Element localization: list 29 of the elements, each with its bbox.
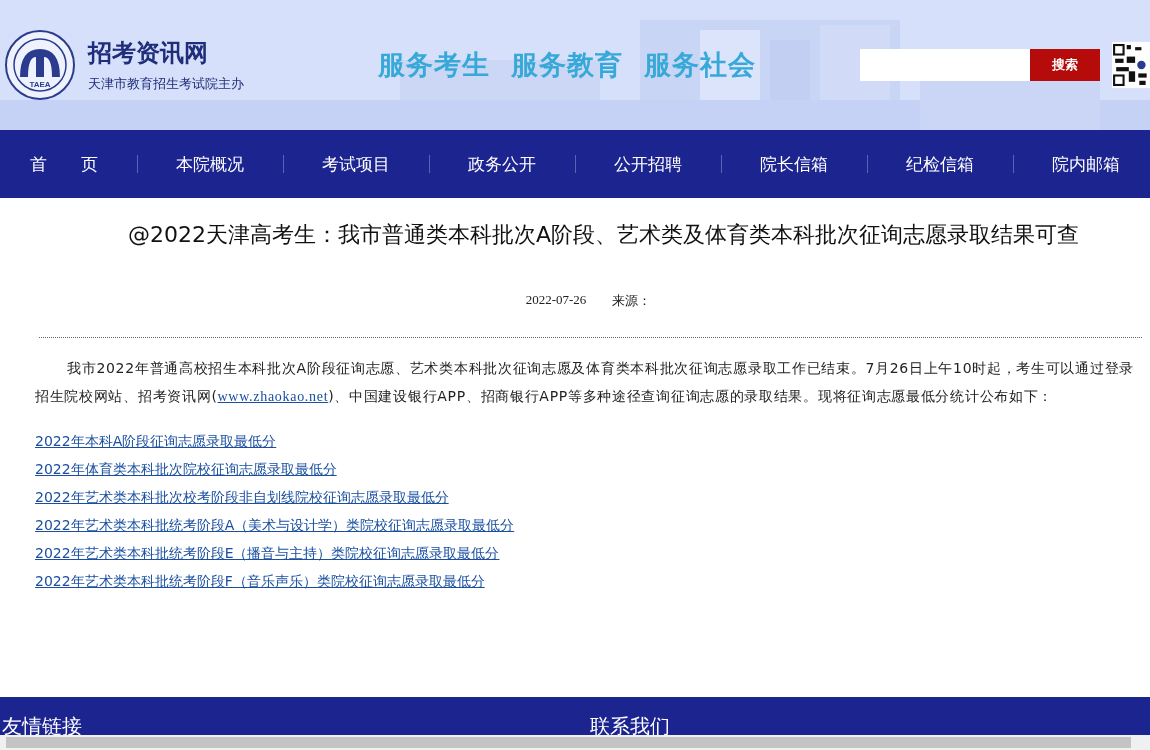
result-link[interactable]: 2022年艺术类本科批统考阶段E（播音与主持）类院校征询志愿录取最低分 bbox=[35, 539, 500, 567]
result-link[interactable]: 2022年体育类本科批次院校征询志愿录取最低分 bbox=[35, 455, 337, 483]
nav-item[interactable]: 考试项目 bbox=[322, 152, 390, 176]
nav-item[interactable]: 政务公开 bbox=[468, 152, 536, 176]
search-button[interactable]: 搜索 bbox=[1030, 49, 1101, 81]
nav-item[interactable]: 院长信箱 bbox=[760, 152, 828, 176]
footer-heading: 联系我们 bbox=[590, 713, 670, 740]
result-link[interactable]: 2022年艺术类本科批统考阶段A（美术与设计学）类院校征询志愿录取最低分 bbox=[35, 511, 515, 539]
nav-item[interactable]: 院内邮箱 bbox=[1052, 152, 1120, 176]
publish-date: 2022-07-26 bbox=[525, 292, 587, 309]
result-link[interactable]: 2022年本科A阶段征询志愿录取最低分 bbox=[35, 427, 277, 455]
article-paragraph: 我市2022年普通高校招生本科批次A阶段征询志愿、艺术类本科批次征询志愿及体育类本科批次征询志愿录取工作已结束。7月26日上午10时起，考生可以通过登录招生院校网站、招考资讯网(www.zhaokao.net)、中国建设银行APP、招商银行APP等多种途径查询征询志愿的录取结果。现将征询志愿最低分统计公布如下： bbox=[35, 359, 1135, 406]
slogan: 服务考生 服务教育 服务社会 bbox=[378, 48, 757, 82]
nav-item[interactable]: 纪检信箱 bbox=[906, 152, 974, 176]
site-link[interactable]: www.zhaokao.net bbox=[217, 389, 329, 404]
nav-item[interactable]: 公开招聘 bbox=[614, 152, 682, 176]
result-link[interactable]: 2022年艺术类本科批次校考阶段非自划线院校征询志愿录取最低分 bbox=[35, 483, 449, 511]
nav-item[interactable]: 首 页 bbox=[30, 152, 98, 176]
site-subtitle: 天津市教育招生考试院主办 bbox=[88, 75, 244, 93]
horizontal-scrollbar[interactable] bbox=[0, 735, 1150, 750]
search-field[interactable] bbox=[860, 49, 1031, 81]
site-name: 招考资讯网 bbox=[88, 38, 209, 69]
result-link[interactable]: 2022年艺术类本科批统考阶段F（音乐声乐）类院校征询志愿录取最低分 bbox=[35, 567, 485, 595]
source-label: 来源： bbox=[612, 292, 652, 310]
article-title: @2022天津高考生：我市普通类本科批次A阶段、艺术类及体育类本科批次征询志愿录取结果可查 bbox=[126, 221, 1080, 249]
footer-heading: 友情链接 bbox=[2, 713, 82, 740]
nav-item[interactable]: 本院概况 bbox=[176, 152, 244, 176]
scrollbar-thumb[interactable] bbox=[6, 737, 1131, 748]
logo-icon: TAEA bbox=[4, 29, 76, 101]
